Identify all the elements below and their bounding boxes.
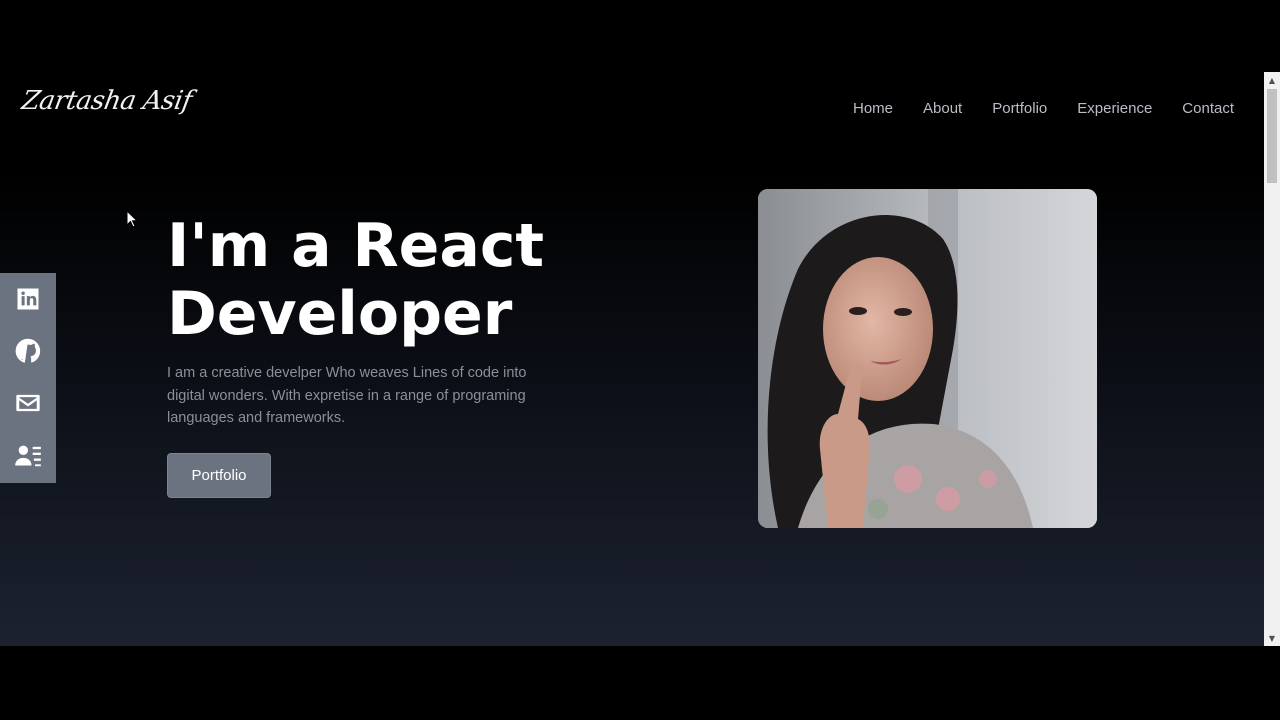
page-viewport: Zartasha Asif Home About Portfolio Exper… xyxy=(0,72,1264,646)
mouse-cursor-icon xyxy=(126,210,138,228)
scroll-up-arrow-icon[interactable]: ▲ xyxy=(1264,72,1280,88)
scroll-down-arrow-icon[interactable]: ▼ xyxy=(1264,630,1280,646)
nav-home[interactable]: Home xyxy=(853,100,893,117)
scroll-thumb[interactable] xyxy=(1267,89,1277,183)
hero-title-line2: Developer xyxy=(167,279,513,349)
site-logo[interactable]: Zartasha Asif xyxy=(19,86,194,116)
portfolio-button[interactable]: Portfolio xyxy=(167,453,271,498)
main-nav: Home About Portfolio Experience Contact xyxy=(853,100,1234,117)
hero-title: I'm a React Developer xyxy=(167,212,687,348)
nav-experience[interactable]: Experience xyxy=(1077,100,1152,117)
nav-about[interactable]: About xyxy=(923,100,962,117)
bottom-letterbox xyxy=(0,646,1280,720)
social-sidebar xyxy=(0,273,56,483)
nav-contact[interactable]: Contact xyxy=(1182,100,1234,117)
mail-icon[interactable] xyxy=(14,389,42,417)
resume-icon[interactable] xyxy=(14,441,42,469)
nav-portfolio[interactable]: Portfolio xyxy=(992,100,1047,117)
hero-title-line1: I'm a React xyxy=(167,211,545,281)
linkedin-icon[interactable] xyxy=(14,285,42,313)
top-letterbox xyxy=(0,0,1280,72)
hero-description: I am a creative develper Who weaves Line… xyxy=(167,365,527,426)
page-scrollbar[interactable]: ▲ ▼ xyxy=(1264,72,1280,646)
profile-photo xyxy=(758,189,1097,528)
github-icon[interactable] xyxy=(14,337,42,365)
